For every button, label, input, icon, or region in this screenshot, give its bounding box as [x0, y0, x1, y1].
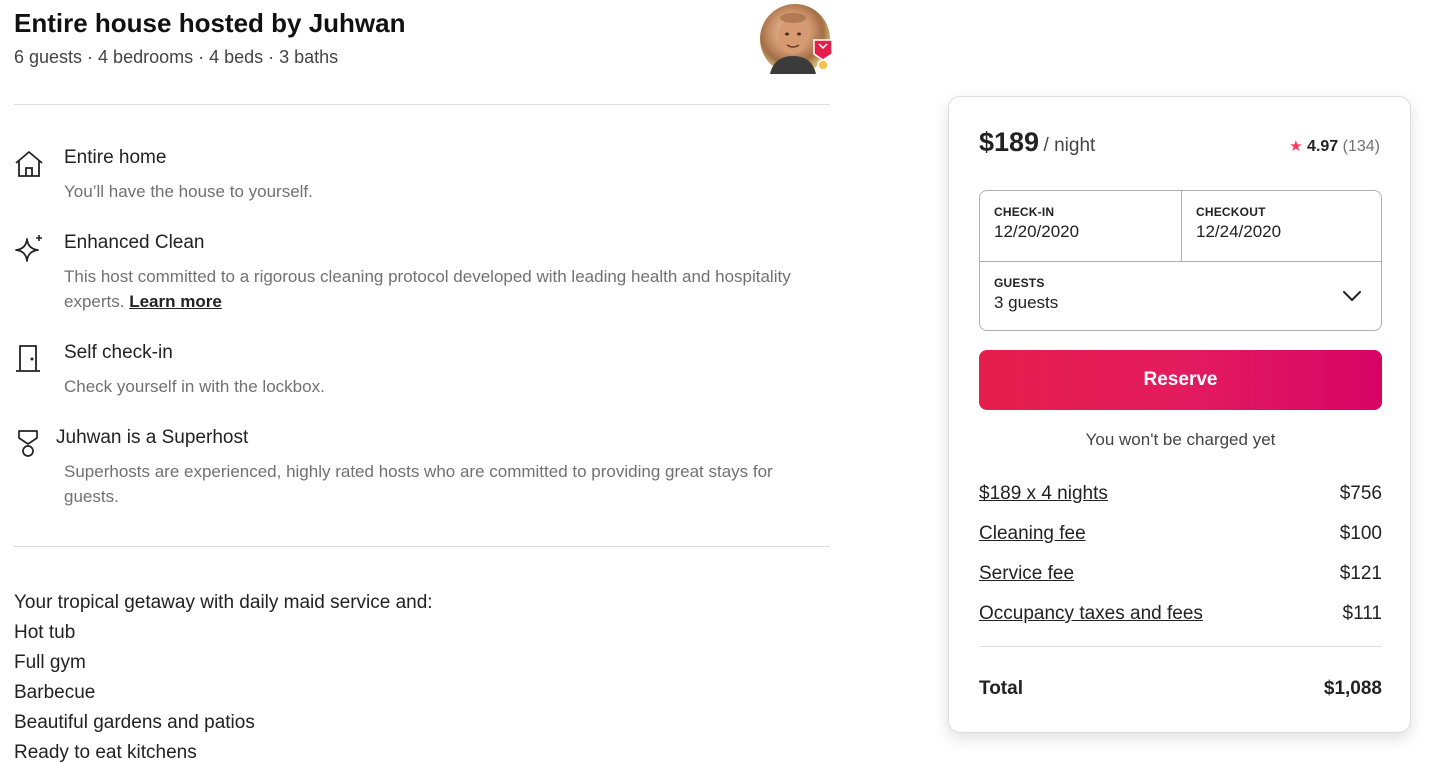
- feature-description: This host committed to a rigorous cleani…: [64, 264, 830, 314]
- nightly-price: $189 / night: [979, 127, 1095, 158]
- price-line-amount: $756: [1339, 483, 1382, 504]
- listing-subtitle: 6 guests · 4 bedrooms · 4 beds · 3 baths: [14, 47, 339, 67]
- price-line-label[interactable]: Occupancy taxes and fees: [979, 603, 1203, 625]
- rating-value: 4.97: [1307, 138, 1339, 155]
- checkout-label: CHECKOUT: [1196, 205, 1266, 219]
- superhost-label: is a Superhost: [126, 427, 249, 448]
- door-icon: [16, 345, 40, 372]
- review-count: (134): [1342, 138, 1380, 155]
- learn-more-link[interactable]: Learn more: [129, 292, 222, 311]
- host-name: Juhwan: [56, 427, 122, 448]
- price-line-amount: $111: [1342, 603, 1382, 624]
- price-line-label[interactable]: Service fee: [979, 563, 1074, 585]
- description-item: Beautiful gardens and patios: [14, 712, 255, 733]
- booking-card: $189 / night ★ 4.97 (134) CHECK-IN 12/20…: [948, 96, 1411, 733]
- price-unit: / night: [1043, 135, 1096, 156]
- host-avatar[interactable]: [760, 4, 833, 74]
- reserve-button[interactable]: Reserve: [979, 350, 1382, 410]
- medal-icon: [18, 430, 38, 457]
- price-line-amount: $121: [1339, 563, 1382, 584]
- feature-title: Entire home: [64, 147, 167, 168]
- guests-field[interactable]: GUESTS 3 guests: [980, 262, 1381, 330]
- feature-title: Juhwan is a Superhost: [56, 427, 248, 449]
- superhost-badge-icon: [813, 39, 833, 71]
- total-label: Total: [979, 678, 1023, 699]
- description-item: Ready to eat kitchens: [14, 742, 197, 763]
- feature-title: Enhanced Clean: [64, 232, 205, 253]
- checkout-field[interactable]: CHECKOUT 12/24/2020: [1182, 191, 1381, 261]
- feature-description: Superhosts are experienced, highly rated…: [64, 462, 773, 506]
- description-item: Barbecue: [14, 682, 96, 703]
- description-item: Hot tub: [14, 622, 76, 643]
- divider: [979, 646, 1382, 647]
- divider: [14, 546, 830, 547]
- checkin-label: CHECK-IN: [994, 205, 1055, 219]
- sparkle-icon: [15, 235, 42, 262]
- listing-description: Your tropical getaway with daily maid se…: [14, 588, 433, 763]
- price-line-label[interactable]: $189 x 4 nights: [979, 483, 1108, 505]
- feature-title: Self check-in: [64, 342, 173, 363]
- listing-title: Entire house hosted by Juhwan: [14, 8, 406, 38]
- description-item: Full gym: [14, 652, 86, 673]
- price-amount: $189: [979, 127, 1040, 157]
- checkout-value: 12/24/2020: [1196, 222, 1282, 241]
- price-line-amount: $100: [1339, 523, 1382, 544]
- description-intro: Your tropical getaway with daily maid se…: [14, 592, 433, 613]
- no-charge-notice: You won't be charged yet: [1085, 430, 1276, 449]
- divider: [14, 104, 830, 105]
- home-icon: [15, 151, 43, 177]
- total-amount: $1,088: [1323, 678, 1382, 699]
- date-guest-picker: CHECK-IN 12/20/2020 CHECKOUT 12/24/2020 …: [979, 190, 1382, 331]
- star-icon: ★: [1289, 138, 1303, 155]
- chevron-down-icon[interactable]: [1341, 285, 1363, 307]
- checkin-value: 12/20/2020: [994, 222, 1080, 241]
- guests-value: 3 guests: [994, 293, 1059, 312]
- checkin-field[interactable]: CHECK-IN 12/20/2020: [980, 191, 1181, 261]
- feature-description: You’ll have the house to yourself.: [64, 182, 313, 201]
- feature-description: Check yourself in with the lockbox.: [64, 377, 325, 396]
- guests-label: GUESTS: [994, 276, 1045, 290]
- price-line-label[interactable]: Cleaning fee: [979, 523, 1086, 545]
- rating-summary[interactable]: ★ 4.97 (134): [1289, 137, 1380, 156]
